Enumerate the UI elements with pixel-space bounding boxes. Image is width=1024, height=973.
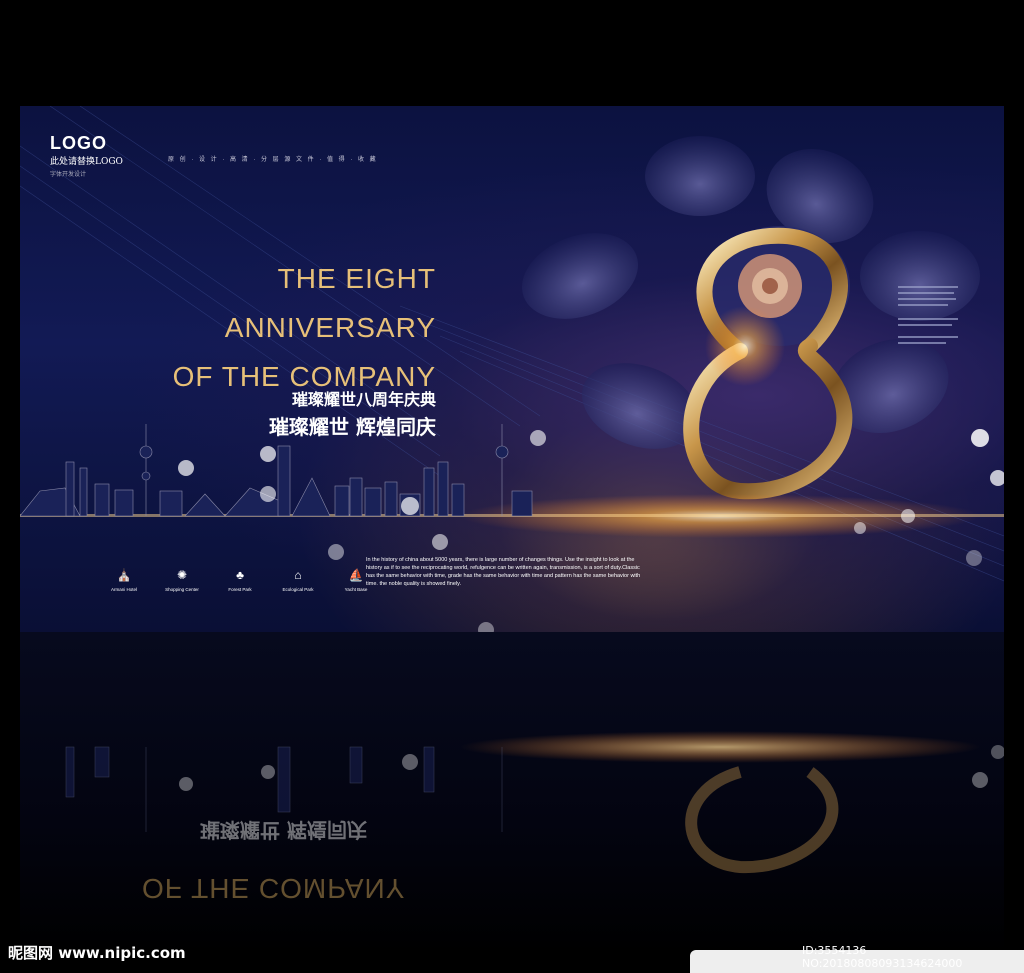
facility-item: ✺ Shopping Center bbox=[160, 568, 204, 592]
watermark-site: 昵图网 www.nipic.com bbox=[8, 944, 186, 962]
poster: LOGO 此处请替换LOGO 字体开发设计 原 创 · 设 计 · 高 清 · … bbox=[20, 106, 1004, 632]
facility-label: Armani Hotel bbox=[110, 587, 137, 592]
reflection-headline: OF THE COMPANY bbox=[142, 873, 406, 904]
watermark-id: ID:3554136 NO:20180808093134624000 bbox=[802, 944, 963, 970]
sailboat-icon: ⛵ bbox=[348, 568, 364, 582]
facility-label: Forest Park bbox=[228, 587, 252, 592]
headline-line2: ANNIVERSARY bbox=[224, 312, 436, 343]
description-paragraph: In the history of china about 5000 years… bbox=[366, 557, 641, 587]
headline-line1: THE EIGHT bbox=[277, 263, 436, 294]
facility-label: Shopping Center bbox=[165, 587, 199, 592]
facility-item: ⛪ Armani Hotel bbox=[102, 568, 146, 592]
facility-label: Yacht Base bbox=[344, 587, 368, 592]
logo-subtitle: 此处请替换LOGO bbox=[50, 157, 123, 167]
tagline: 原 创 · 设 计 · 高 清 · 分 层 源 文 件 · 值 得 · 收 藏 bbox=[168, 157, 378, 163]
facility-item: ⌂ Ecological Park bbox=[276, 568, 320, 592]
hotel-icon: ⛪ bbox=[116, 568, 132, 582]
reflection: 璀璨耀世 辉煌同庆 OF THE COMPANY bbox=[20, 632, 1004, 952]
logo-title: LOGO bbox=[50, 133, 107, 153]
poster-artwork bbox=[20, 106, 1004, 632]
pavilion-icon: ⌂ bbox=[294, 568, 302, 582]
facility-list: ⛪ Armani Hotel ✺ Shopping Center ♣ Fores… bbox=[102, 568, 378, 592]
tree-icon: ♣ bbox=[236, 568, 244, 582]
logo-caption: 字体开发设计 bbox=[50, 172, 87, 178]
reflection-artwork bbox=[65, 731, 1004, 874]
shopping-icon: ✺ bbox=[176, 568, 188, 582]
facility-item: ♣ Forest Park bbox=[218, 568, 262, 592]
logo-block: LOGO 此处请替换LOGO 字体开发设计 bbox=[50, 134, 123, 178]
chinese-slogan: 璀璨耀世 辉煌同庆 bbox=[269, 415, 436, 439]
chinese-subtitle: 璀璨耀世八周年庆典 bbox=[291, 390, 436, 409]
headline: THE EIGHT ANNIVERSARY OF THE COMPANY bbox=[173, 254, 436, 401]
facility-label: Ecological Park bbox=[282, 587, 314, 592]
reflection-chinese: 璀璨耀世 辉煌同庆 bbox=[200, 818, 367, 842]
